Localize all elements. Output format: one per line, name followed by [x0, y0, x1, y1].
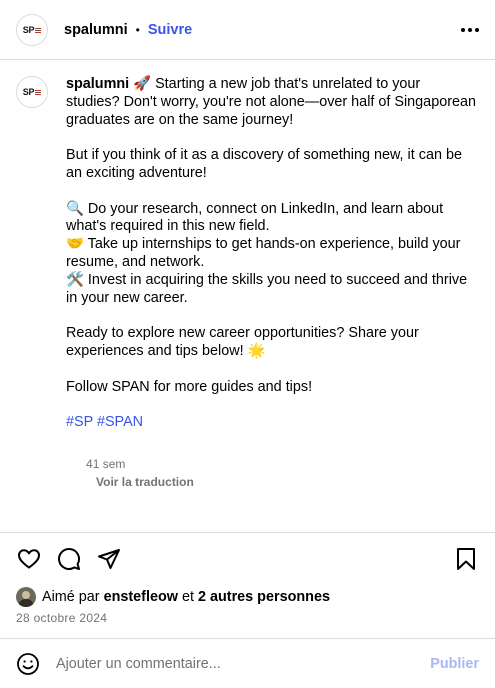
post-button[interactable]: Publier: [430, 656, 479, 672]
caption-text: spalumni 🚀 Starting a new job that's unr…: [66, 76, 476, 509]
caption-paragraph: 🔍 Do your research, connect on LinkedIn,…: [66, 200, 468, 306]
comment-bar: Publier: [0, 638, 495, 688]
avatar[interactable]: SP: [16, 13, 48, 46]
separator: •: [135, 22, 140, 37]
caption-meta: 41 sem Voir la traduction: [66, 438, 476, 509]
post-footer: Aimé par enstefleow et 2 autres personne…: [0, 532, 495, 625]
follow-button[interactable]: Suivre: [148, 22, 192, 38]
likes-others-link[interactable]: 2 autres personnes: [198, 589, 330, 605]
caption-paragraph-text: 🚀 Starting a new job that's unrelated to…: [66, 76, 480, 128]
logo-mark-icon: [35, 90, 42, 95]
comment-input[interactable]: [56, 655, 431, 672]
post-age: 41 sem: [86, 456, 126, 471]
username[interactable]: spalumni: [64, 22, 128, 38]
caption-paragraph: But if you think of it as a discovery of…: [66, 147, 466, 181]
liker-username[interactable]: enstefleow: [104, 589, 178, 605]
comment-icon[interactable]: [56, 546, 82, 572]
post-header: SP spalumni • Suivre: [0, 0, 495, 60]
caption-avatar[interactable]: SP: [16, 76, 48, 108]
likes-summary: Aimé par enstefleow et 2 autres personne…: [0, 585, 495, 609]
avatar-logo-text: SP: [22, 87, 35, 97]
likes-conjunction: et: [181, 589, 194, 605]
hashtags[interactable]: #SP #SPAN: [66, 414, 476, 432]
caption-paragraph: spalumni 🚀 Starting a new job that's unr…: [66, 76, 476, 129]
logo-mark-icon: [35, 27, 42, 33]
caption-block: SP spalumni 🚀 Starting a new job that's …: [16, 76, 476, 509]
share-icon[interactable]: [96, 546, 122, 572]
more-options-icon[interactable]: [461, 27, 479, 32]
likes-prefix: Aimé par: [42, 589, 100, 605]
emoji-icon[interactable]: [16, 652, 40, 676]
bookmark-icon[interactable]: [453, 546, 479, 572]
liker-avatar[interactable]: [16, 587, 36, 607]
post-date: 28 octobre 2024: [16, 611, 108, 625]
translate-link[interactable]: Voir la traduction: [96, 475, 194, 489]
caption-paragraph: Follow SPAN for more guides and tips!: [66, 378, 313, 395]
action-bar: [0, 533, 495, 585]
avatar-logo-text: SP: [22, 24, 35, 35]
caption-username[interactable]: spalumni: [66, 76, 129, 92]
heart-icon[interactable]: [16, 546, 42, 572]
caption-paragraph: Ready to explore new career opportunitie…: [66, 325, 423, 359]
